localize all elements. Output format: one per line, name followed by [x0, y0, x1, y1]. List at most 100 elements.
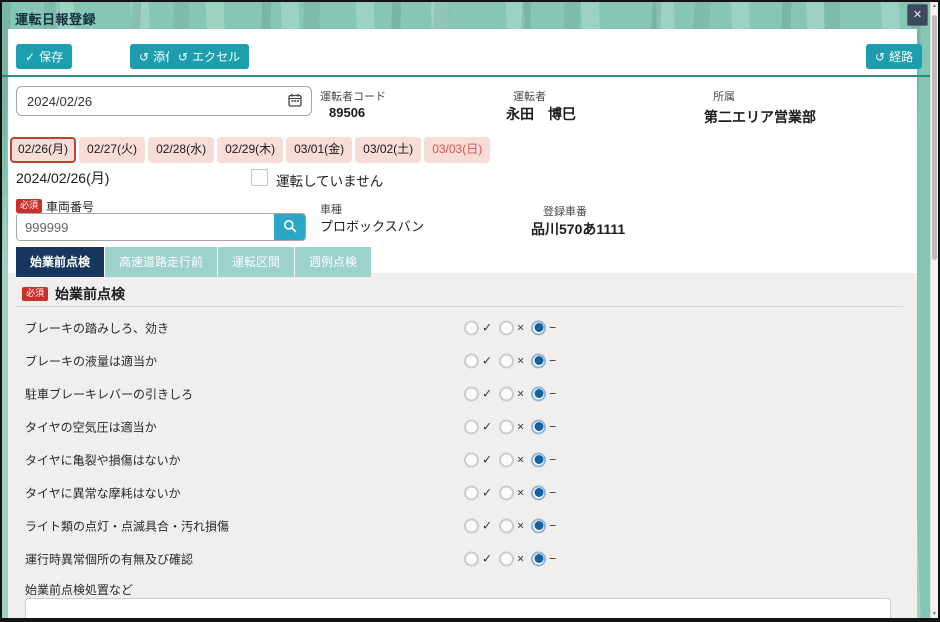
radio-option: −	[531, 419, 556, 434]
save-button[interactable]: ✓ 保存	[16, 44, 72, 69]
vehicle-type-value: プロボックスバン	[320, 216, 424, 235]
radio-option-label: ×	[517, 453, 524, 467]
required-badge: 必須	[22, 287, 48, 301]
radio-option-label: ×	[517, 552, 524, 566]
scroll-down-arrow[interactable]: ▼	[931, 611, 938, 617]
radio-group: ✓×−	[464, 353, 556, 368]
radio-cross[interactable]	[499, 551, 514, 566]
radio-dash[interactable]	[531, 551, 546, 566]
radio-option-label: ×	[517, 321, 524, 335]
radio-option: ✓	[464, 452, 492, 467]
radio-dash[interactable]	[531, 320, 546, 335]
calendar-icon[interactable]	[288, 93, 302, 112]
tab-pre-work-inspection[interactable]: 始業前点検	[16, 247, 104, 277]
required-badge: 必須	[16, 199, 42, 213]
radio-dash[interactable]	[531, 419, 546, 434]
registered-plate-label: 登録車番	[543, 203, 587, 219]
radio-cross[interactable]	[499, 518, 514, 533]
radio-option: ✓	[464, 419, 492, 434]
radio-check[interactable]	[464, 320, 479, 335]
radio-dash[interactable]	[531, 518, 546, 533]
radio-option: ×	[499, 386, 524, 401]
scroll-up-arrow[interactable]: ▲	[931, 3, 938, 9]
radio-option: ✓	[464, 551, 492, 566]
radio-check[interactable]	[464, 518, 479, 533]
radio-option-label: −	[549, 354, 556, 368]
radio-cross[interactable]	[499, 320, 514, 335]
radio-option-label: ✓	[482, 321, 492, 335]
radio-dash[interactable]	[531, 485, 546, 500]
date-pill[interactable]: 02/29(木)	[217, 137, 283, 163]
selected-day-label: 2024/02/26(月)	[16, 168, 109, 188]
radio-check[interactable]	[464, 452, 479, 467]
radio-group: ✓ ×−	[464, 320, 556, 335]
checklist-row: ライト類の点灯・点滅具合・汚れ損傷 ✓×−	[8, 509, 917, 542]
tab-weekly-inspection[interactable]: 週例点検	[295, 247, 371, 277]
radio-option-label: ×	[517, 387, 524, 401]
radio-option-label: −	[549, 387, 556, 401]
vehicle-search-button[interactable]	[274, 214, 305, 240]
driver-code-value: 89506	[329, 105, 365, 120]
radio-check[interactable]	[464, 551, 479, 566]
radio-option: ✓	[464, 386, 492, 401]
radio-option-label: ✓	[482, 453, 492, 467]
radio-option: ×	[499, 551, 524, 566]
radio-group: ✓×−	[464, 419, 556, 434]
date-pill[interactable]: 03/03(日)	[424, 137, 490, 163]
date-pill[interactable]: 02/28(水)	[148, 137, 214, 163]
radio-group: ✓ × −	[464, 386, 556, 401]
radio-dash[interactable]	[531, 452, 546, 467]
checklist-row: タイヤの空気圧は適当か✓×−	[8, 410, 917, 443]
radio-check[interactable]	[464, 353, 479, 368]
radio-cross[interactable]	[499, 419, 514, 434]
radio-cross[interactable]	[499, 485, 514, 500]
report-date-input[interactable]	[16, 86, 312, 116]
notes-label: 始業前点検処置など	[25, 581, 133, 598]
radio-option-label: −	[549, 420, 556, 434]
radio-dash[interactable]	[531, 353, 546, 368]
notes-input[interactable]	[25, 598, 891, 618]
not-driving-checkbox[interactable]	[251, 169, 268, 186]
radio-option: −	[531, 320, 556, 335]
inspection-panel: 必須 始業前点検 ブレーキの踏みしろ、効き✓×−ブレーキの液量は適当か✓×−駐車…	[8, 273, 917, 618]
radio-check[interactable]	[464, 485, 479, 500]
date-pill[interactable]: 03/01(金)	[286, 137, 352, 163]
checklist-item-label: タイヤに亀裂や損傷はないか	[25, 451, 181, 468]
date-pill[interactable]: 02/26(月)	[10, 137, 76, 163]
radio-cross[interactable]	[499, 353, 514, 368]
radio-option-label: ✓	[482, 420, 492, 434]
scrollbar-thumb[interactable]	[932, 15, 937, 260]
checklist-item-label: タイヤに異常な摩耗はないか	[25, 484, 181, 501]
checklist-item-label: ブレーキの踏みしろ、効き	[25, 319, 169, 336]
radio-option-label: ✓	[482, 552, 492, 566]
radio-option: ✓	[464, 518, 492, 533]
date-pill[interactable]: 02/27(火)	[79, 137, 145, 163]
vertical-scrollbar[interactable]: ▲ ▼	[930, 2, 938, 618]
route-button[interactable]: ↺ 経路	[866, 44, 922, 69]
checklist: ブレーキの踏みしろ、効き✓×−ブレーキの液量は適当か✓×−駐車ブレーキレバーの引…	[8, 311, 917, 575]
checklist-item-label: ブレーキの液量は適当か	[25, 352, 157, 369]
radio-option: ✓	[464, 353, 492, 368]
radio-dash[interactable]	[531, 386, 546, 401]
reload-icon: ↺	[875, 50, 885, 64]
radio-group: ✓×−	[464, 518, 556, 533]
checklist-item-label: ライト類の点灯・点滅具合・汚れ損傷	[25, 517, 229, 534]
excel-button[interactable]: ↺ エクセル	[169, 44, 249, 69]
radio-option: −	[531, 386, 556, 401]
save-button-label: 保存	[39, 48, 63, 65]
close-icon[interactable]: ✕	[907, 4, 928, 26]
toolbar-separator	[2, 75, 938, 77]
radio-option: −	[531, 485, 556, 500]
reload-icon: ↺	[178, 50, 188, 64]
tab-driving-section[interactable]: 運転区間	[218, 247, 294, 277]
radio-option: −	[531, 353, 556, 368]
radio-option-label: −	[549, 519, 556, 533]
radio-check[interactable]	[464, 419, 479, 434]
radio-check[interactable]	[464, 386, 479, 401]
route-button-label: 経路	[889, 48, 913, 65]
date-pill[interactable]: 03/02(土)	[355, 137, 421, 163]
radio-cross[interactable]	[499, 452, 514, 467]
radio-cross[interactable]	[499, 386, 514, 401]
tab-before-highway[interactable]: 高速道路走行前	[105, 247, 217, 277]
vehicle-number-input[interactable]	[17, 214, 274, 240]
